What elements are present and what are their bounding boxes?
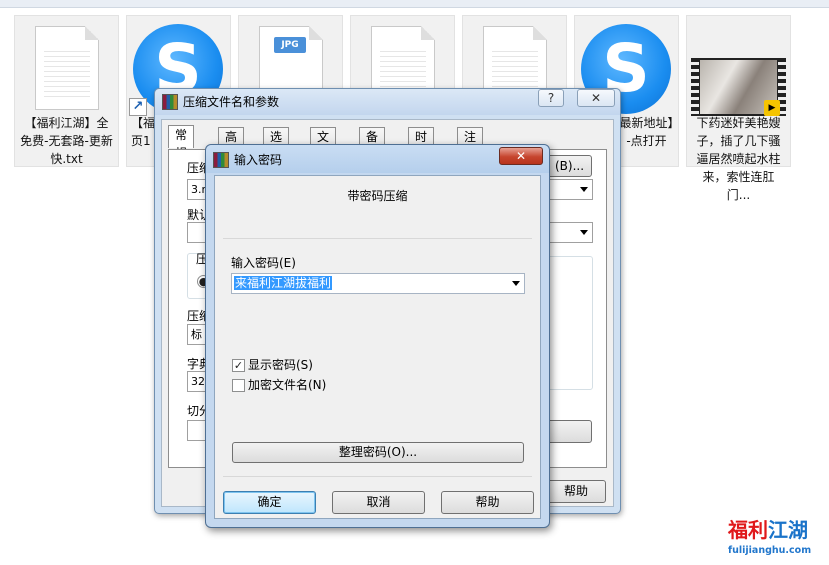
divider	[223, 238, 532, 239]
tab-general[interactable]: 常规	[168, 125, 195, 160]
file-caption: 【福利江湖】全免费-无套路-更新快.txt	[20, 116, 113, 166]
password-dialog-title: 输入密码	[234, 153, 283, 167]
chevron-down-icon	[580, 187, 588, 192]
help-button[interactable]: 帮助	[441, 491, 534, 514]
browse-button[interactable]: (B)...	[547, 155, 592, 177]
watermark-logo: 福利江湖 fulijianghu.com	[728, 518, 823, 562]
password-label: 输入密码(E)	[231, 256, 296, 270]
set-password-button[interactable]	[547, 420, 592, 443]
show-password-checkbox[interactable]: ✓	[232, 359, 245, 372]
ok-button[interactable]: 确定	[223, 491, 316, 514]
watermark-url: fulijianghu.com	[728, 545, 812, 556]
help-button[interactable]: 帮助	[546, 480, 606, 503]
chevron-down-icon	[580, 230, 588, 235]
password-dialog-titlebar[interactable]: 输入密码 ✕	[206, 145, 549, 173]
password-input[interactable]: 来福利江湖拔福利	[231, 273, 525, 294]
file-thumbnail: ▶	[687, 22, 790, 116]
file-tile-video[interactable]: ▶ 下药迷奸美艳嫂子，插了几下骚逼居然喷起水柱来，索性连肛门...	[686, 15, 791, 202]
archive-name-value: 3.r	[191, 183, 207, 196]
close-icon[interactable]: ✕	[499, 147, 543, 165]
help-caption-button[interactable]: ?	[538, 89, 564, 107]
password-heading: 带密码压缩	[347, 189, 408, 203]
file-caption: 下药迷奸美艳嫂子，插了几下骚逼居然喷起水柱来，索性连肛门...	[696, 116, 781, 202]
dialog-titlebar[interactable]: 压缩文件名和参数 ? ✕	[155, 89, 620, 115]
divider	[223, 476, 532, 477]
close-caption-button[interactable]: ✕	[577, 89, 615, 107]
encrypt-names-label: 加密文件名(N)	[248, 378, 327, 392]
text-document-icon	[35, 26, 99, 110]
file-thumbnail	[15, 22, 118, 112]
explorer-header-strip	[0, 0, 829, 8]
dictionary-value: 32	[191, 375, 205, 388]
chevron-down-icon	[512, 281, 520, 286]
password-dialog-client: 带密码压缩 输入密码(E) 来福利江湖拔福利 ✓ 显示密码(S) 加密文件名(N…	[214, 175, 541, 519]
show-password-label: 显示密码(S)	[248, 358, 313, 372]
winrar-icon	[213, 152, 229, 168]
file-tile-txt[interactable]: 【福利江湖】全免费-无套路-更新快.txt	[14, 15, 119, 167]
video-file-icon: ▶	[691, 58, 786, 116]
organize-passwords-button[interactable]: 整理密码(O)...	[232, 442, 524, 463]
password-value: 来福利江湖拔福利	[234, 276, 333, 290]
password-dialog: 输入密码 ✕ 带密码压缩 输入密码(E) 来福利江湖拔福利 ✓ 显示密码(S) …	[205, 144, 550, 528]
jpg-badge: JPG	[274, 37, 306, 53]
dialog-title: 压缩文件名和参数	[183, 95, 280, 109]
encrypt-names-checkbox[interactable]	[232, 379, 245, 392]
watermark-brand: 福利江湖	[728, 518, 808, 542]
winrar-icon	[162, 94, 178, 110]
method-value: 标	[191, 328, 202, 341]
cancel-button[interactable]: 取消	[332, 491, 425, 514]
